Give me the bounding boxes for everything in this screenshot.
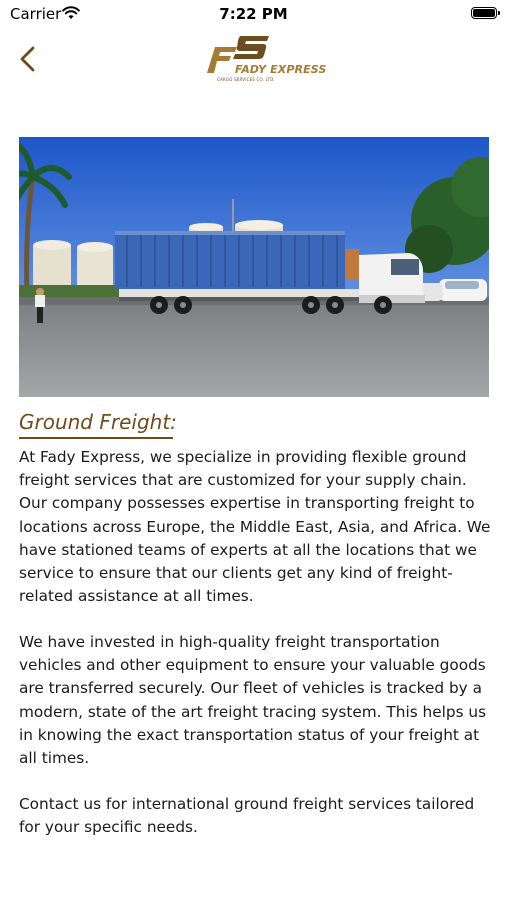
section-title: Ground Freight:: [19, 410, 177, 434]
title-underline: [19, 437, 173, 439]
company-logo: FADY EXPRESS CARGO SERVICES CO. LTD.: [203, 33, 326, 85]
chevron-left-icon: [20, 46, 35, 72]
status-time: 7:22 PM: [219, 5, 288, 23]
paragraph-contact: Contact us for international ground frei…: [19, 795, 475, 837]
battery-icon: [471, 7, 500, 19]
paragraph-intro: At Fady Express, we specialize in provid…: [19, 448, 491, 606]
logo-name: FADY EXPRESS: [235, 63, 327, 76]
back-button[interactable]: [14, 42, 44, 76]
status-bar: Carrier 7:22 PM: [0, 0, 507, 28]
paragraph-fleet: We have invested in high-quality freight…: [19, 633, 487, 768]
logo-subtitle: CARGO SERVICES CO. LTD.: [217, 77, 275, 82]
hero-image: [19, 137, 489, 397]
